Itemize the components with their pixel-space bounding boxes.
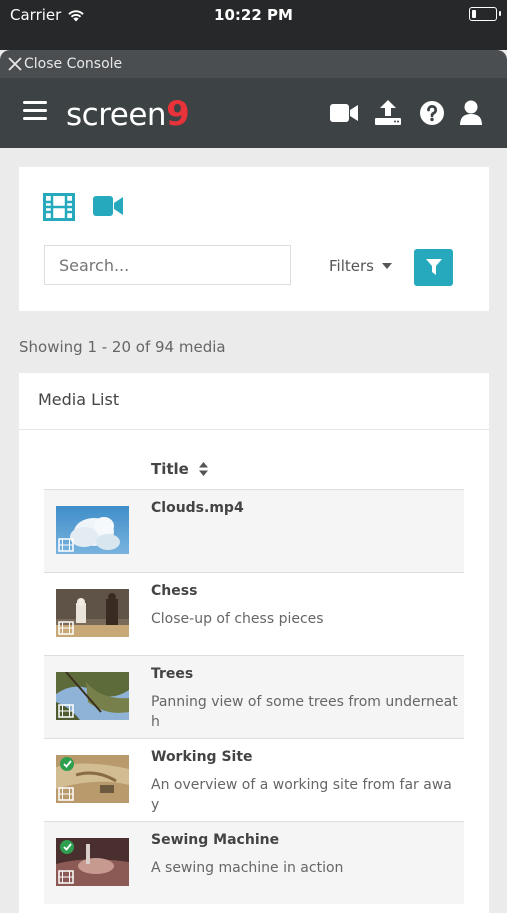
status-bar: Carrier 10:22 PM (0, 0, 507, 50)
column-label: Title (151, 460, 189, 478)
media-title: Clouds.mp4 (151, 500, 244, 516)
media-description: A sewing machine in action (151, 860, 344, 876)
sort-icon (198, 462, 208, 476)
logo-number: 9 (166, 94, 190, 134)
logo-text: screen (66, 97, 167, 133)
panel-title: Media List (38, 390, 120, 409)
thumbnail (56, 506, 129, 554)
table-row[interactable]: Sewing Machine A sewing machine in actio… (44, 821, 464, 904)
media-table: Clouds.mp4 Chess Close-up of chess piece… (44, 489, 464, 904)
film-icon (58, 870, 74, 884)
table-row[interactable]: Trees Panning view of some trees from un… (44, 655, 464, 738)
battery-icon (469, 7, 501, 21)
check-icon (60, 757, 74, 771)
filter-button[interactable] (414, 249, 453, 286)
close-icon (8, 57, 22, 71)
film-icon (58, 538, 74, 552)
media-description: Panning view of some trees from undernea… (151, 694, 458, 730)
media-description: Close-up of chess pieces (151, 611, 324, 627)
clock: 10:22 PM (214, 6, 293, 24)
screen9-logo: screen9 (66, 94, 190, 134)
media-description: An overview of a working site from far a… (151, 777, 452, 813)
result-count: Showing 1 - 20 of 94 media (19, 338, 226, 356)
table-row[interactable]: Clouds.mp4 (44, 489, 464, 572)
search-input[interactable] (44, 245, 291, 285)
help-icon[interactable] (417, 98, 447, 128)
film-icon (58, 621, 74, 635)
check-icon (60, 840, 74, 854)
filters-label: Filters (329, 257, 374, 275)
upload-icon[interactable] (373, 98, 403, 128)
media-title: Sewing Machine (151, 832, 280, 848)
filters-dropdown[interactable]: Filters (329, 257, 392, 275)
table-row[interactable]: Chess Close-up of chess pieces (44, 572, 464, 655)
thumbnail (56, 838, 129, 886)
user-icon[interactable] (456, 98, 486, 128)
filter-icon (425, 259, 442, 275)
media-title: Trees (151, 666, 194, 682)
film-icon (58, 704, 74, 718)
film-icon[interactable] (43, 193, 75, 221)
media-title: Chess (151, 583, 198, 599)
video-camera-icon[interactable] (93, 195, 124, 217)
title-column-header[interactable]: Title (151, 460, 208, 478)
close-console-label: Close Console (24, 56, 123, 72)
thumbnail (56, 589, 129, 637)
film-icon (58, 787, 74, 801)
thumbnail (56, 755, 129, 803)
close-console-button[interactable]: Close Console (0, 50, 507, 78)
menu-icon[interactable] (23, 101, 47, 121)
panel-header: Media List (19, 373, 489, 430)
search-panel: Filters (19, 167, 489, 311)
table-row[interactable]: Working Site An overview of a working si… (44, 738, 464, 821)
chevron-down-icon (381, 263, 392, 269)
video-camera-icon[interactable] (329, 98, 359, 128)
thumbnail (56, 672, 129, 720)
media-list-panel: Media List Title Clouds.mp4 Chess Close-… (19, 373, 489, 913)
app-header: screen9 (0, 78, 507, 148)
media-title: Working Site (151, 749, 253, 765)
